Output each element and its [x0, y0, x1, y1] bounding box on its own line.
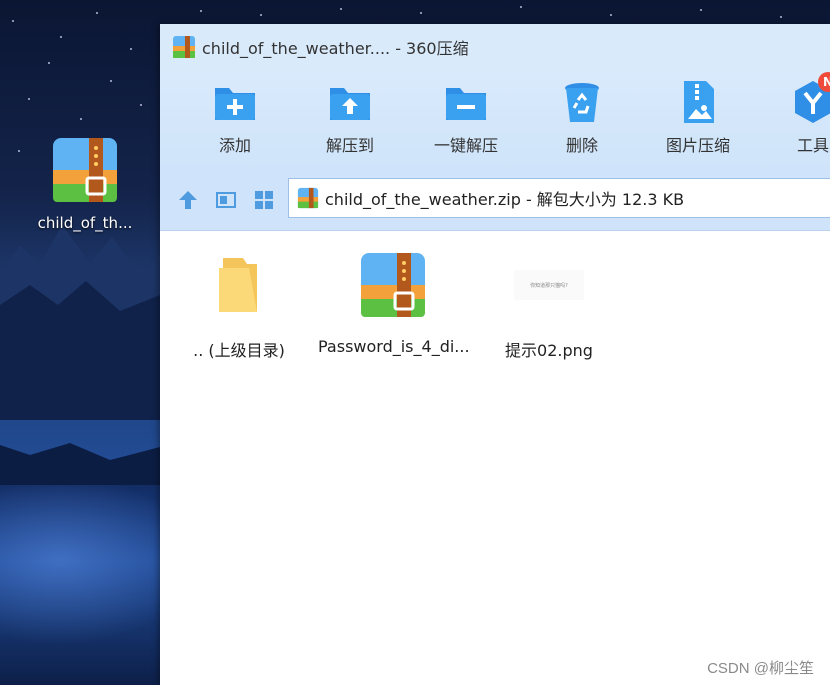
zip-window: child_of_the_weather.... - 360压缩 添加 解压到	[160, 24, 830, 685]
toolbar: 添加 解压到 一键解压 删除 图片压缩 工具	[160, 70, 830, 170]
desktop-zip-file[interactable]: child_of_th...	[26, 134, 144, 232]
recycle-bin-icon	[565, 83, 599, 122]
file-item-zip[interactable]: Password_is_4_di...	[318, 247, 470, 356]
image-thumbnail: 你知道那只猫吗?	[514, 270, 584, 300]
add-folder-icon	[215, 88, 255, 120]
extract-to-label: 解压到	[325, 136, 374, 155]
one-click-extract-label: 一键解压	[433, 136, 498, 155]
delete-button[interactable]: 删除	[527, 78, 637, 156]
window-title: child_of_the_weather.... - 360压缩	[202, 39, 469, 58]
watermark: CSDN @柳尘笙	[707, 660, 814, 677]
zip-app-icon	[173, 36, 195, 58]
image-compress-icon	[684, 81, 714, 123]
one-click-extract-icon	[446, 88, 486, 120]
zip-file-icon	[53, 138, 117, 202]
file-name: Password_is_4_di...	[318, 337, 470, 356]
tools-button[interactable]: 工具	[758, 78, 830, 156]
extract-to-icon	[330, 88, 370, 120]
file-name: .. (上级目录)	[193, 341, 285, 360]
file-list: .. (上级目录) Password_is_4_di... 你知道那只猫吗? 提…	[160, 231, 830, 685]
file-name: 提示02.png	[505, 341, 593, 360]
extract-to-button[interactable]: 解压到	[295, 78, 405, 156]
navigation-row: child_of_the_weather.zip - 解包大小为 12.3 KB	[160, 170, 830, 231]
arrow-up-icon	[179, 191, 197, 209]
zip-file-small-icon	[297, 187, 319, 209]
file-item-parent-folder[interactable]: .. (上级目录)	[164, 247, 314, 361]
tools-label: 工具	[796, 136, 829, 155]
zip-file-icon	[361, 253, 425, 317]
up-level-button[interactable]	[176, 188, 200, 212]
view-grid-button[interactable]	[252, 188, 276, 212]
address-bar[interactable]: child_of_the_weather.zip - 解包大小为 12.3 KB	[288, 178, 830, 218]
add-label: 添加	[218, 136, 251, 155]
desktop-icon-label: child_of_th...	[37, 214, 133, 232]
image-compress-label: 图片压缩	[665, 136, 730, 155]
address-path: child_of_the_weather.zip - 解包大小为 12.3 KB	[325, 190, 685, 209]
detail-view-icon	[216, 192, 236, 208]
image-compress-button[interactable]: 图片压缩	[643, 78, 753, 156]
folder-icon	[219, 258, 257, 312]
view-detail-button[interactable]	[214, 188, 238, 212]
add-button[interactable]: 添加	[180, 78, 290, 156]
one-click-extract-button[interactable]: 一键解压	[411, 78, 521, 156]
thumbnail-text: 你知道那只猫吗?	[530, 282, 568, 289]
delete-label: 删除	[565, 136, 598, 155]
grid-view-icon	[255, 191, 273, 209]
file-item-image[interactable]: 你知道那只猫吗? 提示02.png	[474, 247, 624, 361]
title-bar[interactable]: child_of_the_weather.... - 360压缩	[160, 24, 830, 70]
